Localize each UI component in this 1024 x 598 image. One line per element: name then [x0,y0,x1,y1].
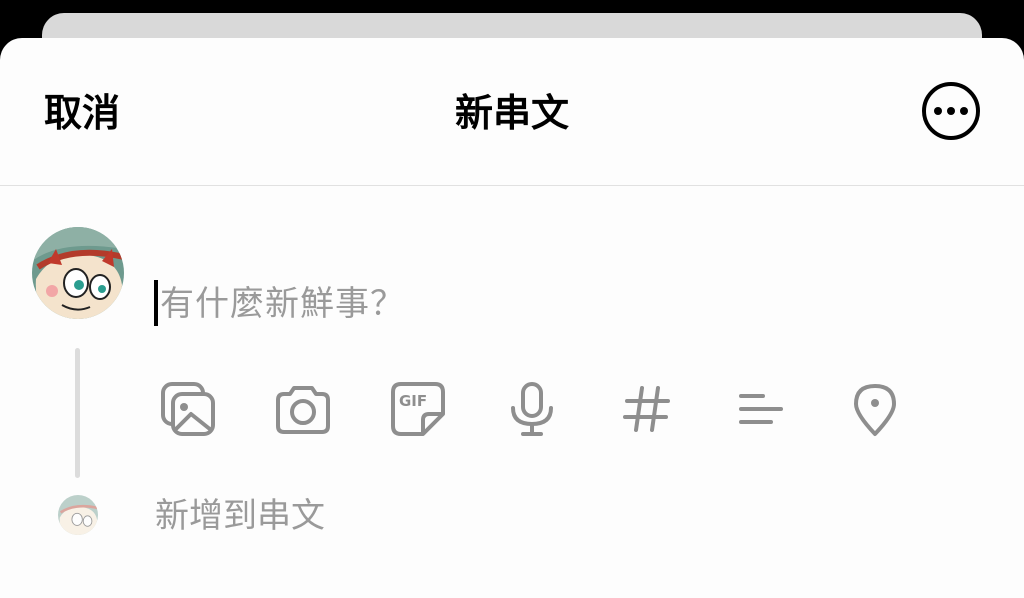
sheet-header: 取消 新串文 [0,38,1024,186]
voice-button[interactable] [503,380,561,438]
poll-icon [739,394,783,424]
gif-button[interactable]: GIF [389,380,447,438]
hashtag-button[interactable] [618,380,676,438]
thread-connector-line [75,348,80,478]
thread-text-input[interactable]: 有什麼新鮮事？ [160,283,405,325]
page-title: 新串文 [454,91,569,135]
microphone-icon [511,382,553,436]
attach-media-button[interactable] [159,380,217,438]
gallery-icon [161,382,215,436]
location-icon [854,384,896,436]
text-caret [154,280,158,326]
gif-icon: GIF [391,382,445,436]
small-avatar [58,495,98,535]
poll-button[interactable] [733,380,791,438]
more-horizontal-circle-icon [922,82,980,140]
add-to-thread-button[interactable]: 新增到串文 [155,494,325,538]
hashtag-icon [623,386,670,432]
avatar[interactable] [32,227,124,319]
location-button[interactable] [846,380,904,438]
camera-button[interactable] [274,380,332,438]
gif-icon-text: GIF [399,392,427,410]
user-avatar-image [32,227,124,319]
new-thread-sheet: 取消 新串文 有什麼新鮮事？ GIF 新增到串文 [0,38,1024,598]
camera-icon [276,386,330,434]
more-options-button[interactable] [921,81,981,141]
user-avatar-image-small [58,495,98,535]
